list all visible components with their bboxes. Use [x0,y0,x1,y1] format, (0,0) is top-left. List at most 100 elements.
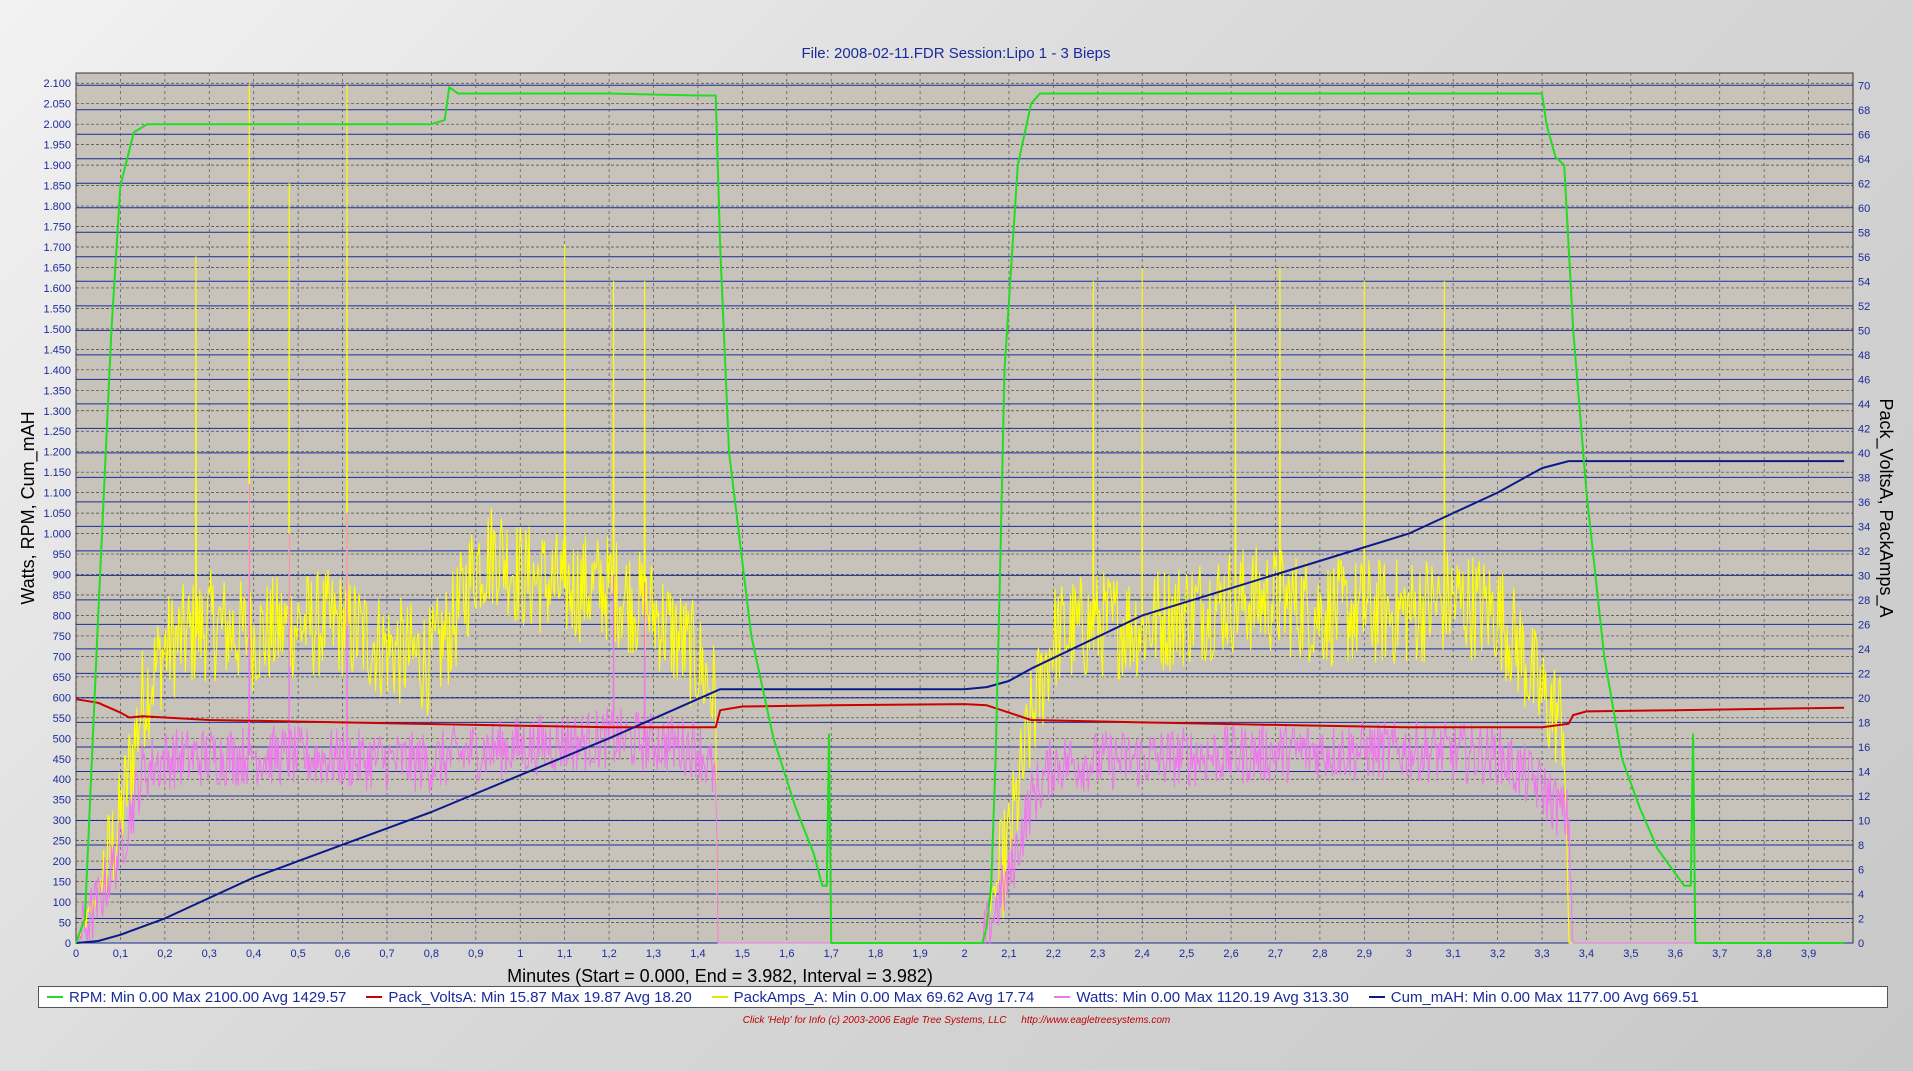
x-tick: 0,7 [379,948,394,960]
y-tick-right: 66 [1858,129,1870,141]
y-tick-right: 68 [1858,105,1870,117]
legend-label: Pack_VoltsA: Min 15.87 Max 19.87 Avg 18.… [388,988,692,1006]
y-tick-right: 6 [1858,864,1864,876]
y-tick-right: 60 [1858,203,1870,215]
legend-item-rpm: RPM: Min 0.00 Max 2100.00 Avg 1429.57 [47,989,358,1006]
y-tick-right: 64 [1858,154,1870,166]
x-tick: 3,8 [1757,948,1772,960]
y-tick-right: 14 [1858,766,1870,778]
y-tick-right: 38 [1858,472,1870,484]
y-axis-title-right: Pack_VoltsA, PackAmps_A [1875,398,1896,617]
y-tick-left: 0 [65,938,71,950]
y-tick-right: 70 [1858,80,1870,92]
x-tick: 2,8 [1312,948,1327,960]
x-tick: 1 [517,948,523,960]
y-tick-left: 650 [53,672,71,684]
y-tick-left: 1.900 [43,160,71,172]
x-tick: 1,9 [912,948,927,960]
x-axis-title: Minutes (Start = 0.000, End = 3.982, Int… [507,966,933,986]
y-tick-right: 50 [1858,325,1870,337]
x-tick: 1,6 [779,948,794,960]
x-tick: 1,4 [690,948,705,960]
x-tick: 2,4 [1135,948,1150,960]
legend-item-cum-mah: Cum_mAH: Min 0.00 Max 1177.00 Avg 669.51 [1368,988,1711,1006]
y-tick-right: 8 [1858,840,1864,852]
y-tick-left: 1.400 [43,365,71,377]
y-tick-right: 30 [1858,570,1870,582]
y-tick-right: 52 [1858,301,1870,313]
x-tick: 3,5 [1623,948,1638,960]
y-tick-right: 48 [1858,350,1870,362]
footer-copyright: Click 'Help' for Info (c) 2003-2006 Eagl… [742,1015,1007,1026]
y-tick-right: 62 [1858,178,1870,190]
y-tick-left: 1.050 [43,508,71,520]
y-tick-left: 2.050 [43,99,71,111]
x-tick: 2,2 [1046,948,1061,960]
legend-swatch [47,996,63,998]
y-tick-right: 18 [1858,717,1870,729]
y-tick-left: 1.450 [43,344,71,356]
y-tick-left: 1.000 [43,529,71,541]
y-tick-right: 56 [1858,252,1870,264]
y-tick-left: 800 [53,610,71,622]
y-tick-left: 500 [53,733,71,745]
y-tick-right: 44 [1858,399,1870,411]
y-tick-right: 34 [1858,521,1870,533]
x-tick: 2,6 [1223,948,1238,960]
legend-label: Cum_mAH: Min 0.00 Max 1177.00 Avg 669.51 [1390,988,1699,1006]
x-tick: 0,8 [424,948,439,960]
y-tick-right: 54 [1858,276,1870,288]
chart-title: File: 2008-02-11.FDR Session:Lipo 1 - 3 … [801,45,1110,62]
legend-swatch [1368,996,1385,998]
y-tick-left: 300 [53,815,71,827]
x-tick: 0,4 [246,948,261,960]
y-tick-left: 100 [53,897,71,909]
x-tick: 3,2 [1490,948,1505,960]
legend-item-pack-volts: Pack_VoltsA: Min 15.87 Max 19.87 Avg 18.… [366,989,703,1006]
y-tick-right: 16 [1858,742,1870,754]
x-tick: 2,9 [1357,948,1372,960]
y-tick-left: 400 [53,774,71,786]
x-tick: 2 [961,948,967,960]
x-tick: 1,8 [868,948,883,960]
y-tick-left: 1.500 [43,324,71,336]
y-tick-left: 50 [59,918,71,930]
x-tick: 0,2 [157,948,172,960]
legend-swatch [711,996,728,998]
y-tick-right: 32 [1858,546,1870,558]
legend-label: RPM: Min 0.00 Max 2100.00 Avg 1429.57 [69,988,347,1006]
x-tick: 1,2 [601,948,616,960]
y-tick-right: 42 [1858,423,1870,435]
footer: Click 'Help' for Info (c) 2003-2006 Eagl… [0,1015,1913,1026]
y-tick-left: 1.100 [43,488,71,500]
y-tick-left: 1.600 [43,283,71,295]
y-tick-right: 28 [1858,595,1870,607]
y-tick-right: 0 [1858,938,1864,950]
y-tick-right: 4 [1858,889,1864,901]
legend-item-watts: Watts: Min 0.00 Max 1120.19 Avg 313.30 [1054,989,1360,1006]
y-tick-left: 550 [53,713,71,725]
y-tick-left: 250 [53,836,71,848]
x-tick: 3,3 [1534,948,1549,960]
y-tick-left: 900 [53,570,71,582]
y-tick-right: 24 [1858,644,1870,656]
y-tick-left: 1.550 [43,303,71,315]
y-tick-left: 350 [53,795,71,807]
y-tick-right: 36 [1858,497,1870,509]
x-tick: 1,5 [735,948,750,960]
x-tick: 3,6 [1668,948,1683,960]
y-tick-left: 750 [53,631,71,643]
x-tick: 1,7 [824,948,839,960]
legend-label: PackAmps_A: Min 0.00 Max 69.62 Avg 17.74 [733,988,1035,1006]
x-tick: 1,1 [557,948,572,960]
footer-url[interactable]: http://www.eagletreesystems.com [1021,1015,1170,1026]
x-tick: 3,4 [1579,948,1594,960]
y-tick-right: 20 [1858,693,1870,705]
x-tick: 0,1 [113,948,128,960]
y-tick-left: 1.650 [43,262,71,274]
legend: RPM: Min 0.00 Max 2100.00 Avg 1429.57 Pa… [38,986,1888,1008]
x-tick: 1,3 [646,948,661,960]
y-tick-right: 22 [1858,668,1870,680]
x-tick: 3,7 [1712,948,1727,960]
x-tick: 3,9 [1801,948,1816,960]
